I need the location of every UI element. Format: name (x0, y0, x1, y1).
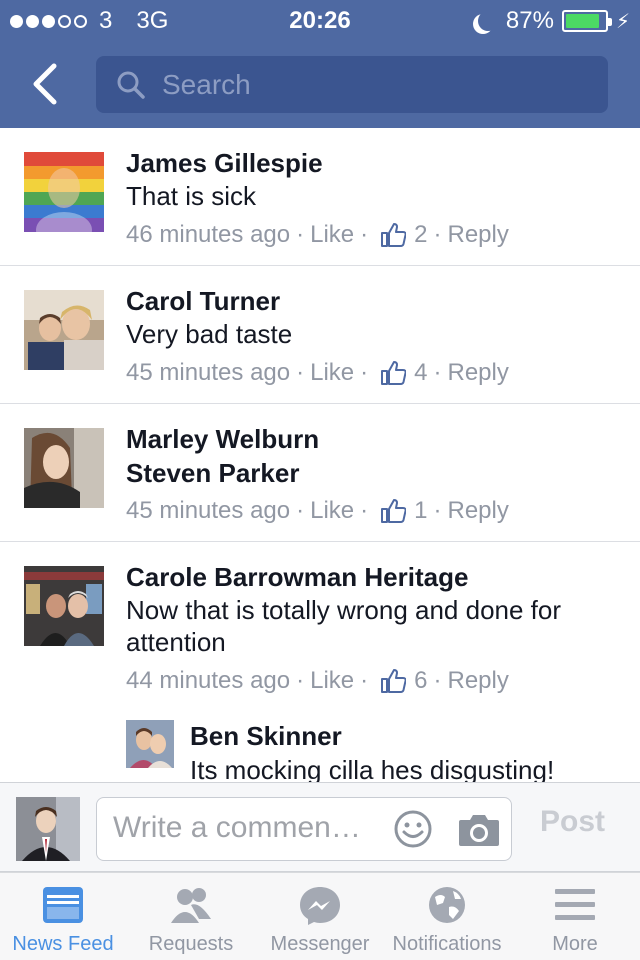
top-header: 3 3G 20:26 87% ⚡ (0, 0, 640, 128)
tab-label: News Feed (12, 933, 114, 955)
comment-meta: 44 minutes ago · Like · 6 · Reply (126, 667, 509, 695)
comment-meta: 45 minutes ago · Like · 4 · Reply (126, 359, 509, 387)
charging-icon: ⚡ (615, 10, 630, 33)
comment-input-box[interactable] (96, 797, 512, 861)
like-count[interactable]: 1 (414, 497, 427, 525)
avatar[interactable] (24, 428, 104, 508)
reply-button[interactable]: Reply (448, 497, 509, 525)
status-right: 87% ⚡ (472, 7, 630, 35)
post-button[interactable]: Post (540, 805, 605, 839)
do-not-disturb-icon (478, 11, 498, 31)
comment-list[interactable]: James Gillespie That is sick 46 minutes … (0, 128, 640, 782)
like-button[interactable]: Like (310, 497, 354, 525)
like-count[interactable]: 2 (414, 221, 427, 249)
status-bar: 3 3G 20:26 87% ⚡ (0, 0, 640, 40)
comment-item: Carole Barrowman Heritage Now that is to… (0, 542, 640, 782)
reply-author[interactable]: Ben Skinner (190, 720, 342, 752)
search-icon (117, 71, 145, 99)
avatar[interactable] (24, 152, 104, 232)
current-user-avatar (16, 797, 80, 861)
comment-item: Marley Welburn Steven Parker 45 minutes … (0, 404, 640, 541)
tagged-person[interactable]: Steven Parker (126, 457, 299, 489)
comment-item: James Gillespie That is sick 46 minutes … (0, 128, 640, 265)
tab-messenger[interactable]: Messenger (256, 873, 384, 960)
reply-text: Its mocking cilla hes disgusting! (190, 755, 555, 782)
comment-text: That is sick (126, 181, 257, 211)
comment-timestamp[interactable]: 46 minutes ago (126, 221, 290, 249)
battery-icon (561, 10, 612, 32)
tab-label: Notifications (392, 933, 502, 955)
comment-author[interactable]: Carole Barrowman Heritage (126, 561, 468, 593)
comment-timestamp[interactable]: 45 minutes ago (126, 359, 290, 387)
comment-composer: Post (0, 782, 640, 872)
like-button[interactable]: Like (310, 359, 354, 387)
tab-label: Messenger (270, 933, 370, 955)
thumbs-up-icon (381, 361, 407, 385)
tab-label: More (552, 933, 598, 955)
chevron-left-icon (33, 63, 57, 105)
tab-notifications[interactable]: Notifications (384, 873, 510, 960)
thumbs-up-icon (381, 223, 407, 247)
like-count[interactable]: 6 (414, 667, 427, 695)
reply-button[interactable]: Reply (448, 667, 509, 695)
comment-input[interactable] (113, 811, 383, 845)
comment-timestamp[interactable]: 44 minutes ago (126, 667, 290, 695)
comment-author[interactable]: Carol Turner (126, 285, 280, 317)
comment-timestamp[interactable]: 45 minutes ago (126, 497, 290, 525)
thumbs-up-icon (381, 499, 407, 523)
like-button[interactable]: Like (310, 667, 354, 695)
tab-more[interactable]: More (510, 873, 640, 960)
comment-meta: 45 minutes ago · Like · 1 · Reply (126, 497, 509, 525)
comment-meta: 46 minutes ago · Like · 2 · Reply (126, 221, 509, 249)
messenger-icon (300, 887, 340, 925)
reply-item: Ben Skinner Its mocking cilla hes disgus… (126, 720, 640, 782)
comment-author[interactable]: James Gillespie (126, 147, 323, 179)
like-count[interactable]: 4 (414, 359, 427, 387)
avatar[interactable] (24, 290, 104, 370)
news-feed-icon (43, 887, 83, 923)
comment-text: Very bad taste (126, 319, 293, 349)
tab-news-feed[interactable]: News Feed (0, 873, 126, 960)
menu-icon (555, 889, 595, 920)
thumbs-up-icon (381, 669, 407, 693)
comment-text: Now that is totally wrong and done for a… (126, 595, 562, 657)
globe-icon (429, 887, 465, 923)
like-button[interactable]: Like (310, 221, 354, 249)
avatar[interactable] (24, 566, 104, 646)
tab-requests[interactable]: Requests (126, 873, 256, 960)
tab-label: Requests (148, 933, 234, 955)
search-input[interactable] (162, 68, 582, 101)
comment-author[interactable]: Marley Welburn (126, 423, 319, 455)
comment-item: Carol Turner Very bad taste 45 minutes a… (0, 266, 640, 403)
camera-icon[interactable] (457, 810, 501, 850)
battery-percent: 87% (505, 7, 554, 34)
emoji-icon[interactable] (393, 809, 433, 849)
back-button[interactable] (28, 62, 64, 106)
bottom-tab-bar: News Feed Requests Messenger Notificatio… (0, 872, 640, 960)
friend-requests-icon (171, 888, 211, 923)
search-bar[interactable] (96, 56, 608, 113)
avatar[interactable] (126, 720, 174, 768)
reply-button[interactable]: Reply (448, 359, 509, 387)
reply-button[interactable]: Reply (448, 221, 509, 249)
